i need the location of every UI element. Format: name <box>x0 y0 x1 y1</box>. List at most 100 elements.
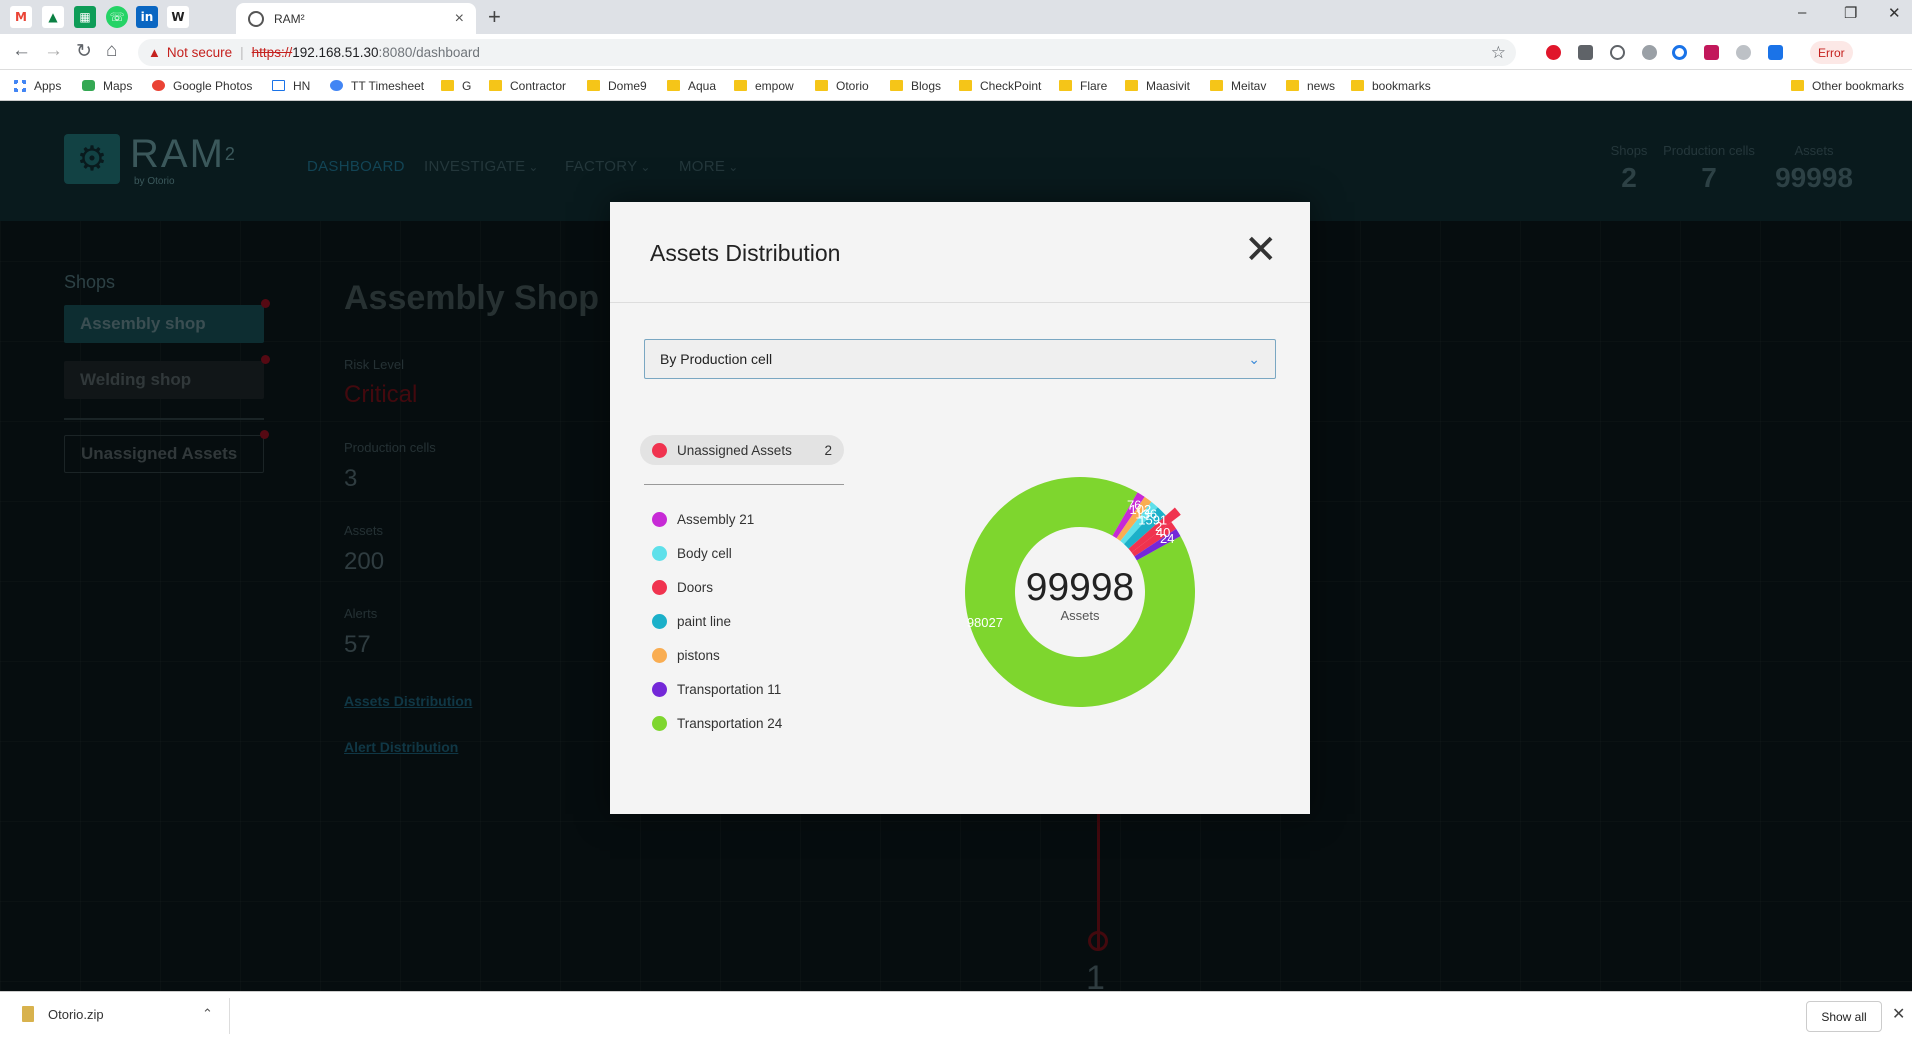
extension-icon[interactable] <box>1672 45 1687 60</box>
bookmark-other[interactable]: Other bookmarks <box>1791 70 1904 101</box>
folder-icon <box>815 80 828 91</box>
legend-item[interactable]: Doors <box>652 580 713 595</box>
download-filename: Otorio.zip <box>48 1006 104 1022</box>
folder-icon <box>1351 80 1364 91</box>
restore-button[interactable]: ❐ <box>1844 4 1857 22</box>
legend-item[interactable]: Transportation 24 <box>652 716 782 731</box>
bookmarks-bar: Apps Maps Google Photos HN TT Timesheet … <box>0 70 1912 101</box>
bookmark-folder[interactable]: Contractor <box>489 70 566 101</box>
back-icon[interactable]: ← <box>12 40 31 62</box>
folder-icon <box>1125 80 1138 91</box>
folder-icon <box>667 80 680 91</box>
sheets-tab-icon[interactable]: ▦ <box>74 6 96 28</box>
forward-icon[interactable]: → <box>44 40 63 62</box>
extension-icon[interactable] <box>1610 45 1625 60</box>
bookmark-folder[interactable]: Dome9 <box>587 70 647 101</box>
bookmark-tt-timesheet[interactable]: TT Timesheet <box>330 70 424 101</box>
browser-toolbar: ← → ↻ ⌂ ▲ Not secure | https:// 192.168.… <box>0 34 1912 70</box>
warning-icon: ▲ <box>148 45 161 60</box>
folder-icon <box>489 80 502 91</box>
legend-dot <box>652 716 667 731</box>
extension-icon[interactable] <box>1578 45 1593 60</box>
folder-icon <box>959 80 972 91</box>
bookmark-folder[interactable]: G <box>441 70 471 101</box>
bookmark-google-photos[interactable]: Google Photos <box>152 70 252 101</box>
legend-dot <box>652 682 667 697</box>
drive-tab-icon[interactable]: ▲ <box>42 6 64 28</box>
chevron-up-icon[interactable]: ⌃ <box>202 1006 213 1022</box>
tab-title: RAM² <box>274 11 305 26</box>
legend-item[interactable]: Body cell <box>652 546 732 561</box>
unassigned-count: 2 <box>824 442 832 458</box>
chat-extension-icon[interactable] <box>1768 45 1783 60</box>
bookmark-folder[interactable]: empow <box>734 70 794 101</box>
bookmark-folder[interactable]: news <box>1286 70 1335 101</box>
profile-error-button[interactable]: Error <box>1810 41 1853 64</box>
globe-icon <box>330 80 343 91</box>
assets-distribution-modal: Assets Distribution ✕ By Production cell… <box>610 202 1310 814</box>
download-item[interactable]: Otorio.zip <box>22 1006 104 1022</box>
extension-icon[interactable] <box>1642 45 1657 60</box>
wikipedia-tab-icon[interactable]: W <box>167 6 189 28</box>
downloads-bar: Otorio.zip ⌃ Show all ✕ <box>0 991 1912 1040</box>
bookmark-maps[interactable]: Maps <box>82 70 132 101</box>
unassigned-assets-chip[interactable]: Unassigned Assets 2 <box>640 435 844 465</box>
modal-title: Assets Distribution <box>650 240 841 266</box>
extension-icon[interactable] <box>1704 45 1719 60</box>
linkedin-tab-icon[interactable]: in <box>136 6 158 28</box>
active-tab[interactable]: RAM² × <box>236 3 476 34</box>
security-label[interactable]: Not secure <box>167 45 232 60</box>
bookmark-folder[interactable]: Flare <box>1059 70 1107 101</box>
maps-icon <box>82 80 95 91</box>
legend-dot <box>652 546 667 561</box>
opera-extension-icon[interactable] <box>1546 45 1561 60</box>
apps-icon <box>14 79 26 92</box>
home-icon[interactable]: ⌂ <box>106 40 117 62</box>
legend-dot <box>652 442 667 458</box>
donut-slice-label: 98027 <box>967 615 1003 630</box>
legend-item[interactable]: pistons <box>652 648 720 663</box>
legend-dot <box>652 512 667 527</box>
bookmark-hn[interactable]: HN <box>272 70 310 101</box>
folder-icon <box>890 80 903 91</box>
whatsapp-tab-icon[interactable]: ☏ <box>106 6 128 28</box>
cloud-extension-icon[interactable] <box>1736 45 1751 60</box>
star-icon[interactable]: ☆ <box>1491 43 1506 63</box>
folder-icon <box>1286 80 1299 91</box>
zip-file-icon <box>22 1006 34 1022</box>
legend-item[interactable]: Assembly 21 <box>652 512 754 527</box>
reload-icon[interactable]: ↻ <box>76 40 92 63</box>
legend-item[interactable]: paint line <box>652 614 731 629</box>
group-by-select[interactable]: By Production cell ⌄ <box>644 339 1276 379</box>
bookmark-folder[interactable]: Blogs <box>890 70 941 101</box>
tab-close-icon[interactable]: × <box>455 10 464 28</box>
show-all-button[interactable]: Show all <box>1806 1001 1882 1032</box>
ram-tab-icon <box>248 10 264 27</box>
folder-icon <box>441 80 454 91</box>
legend-dot <box>652 648 667 663</box>
bookmark-folder[interactable]: bookmarks <box>1351 70 1431 101</box>
donut-center-label: Assets <box>1060 608 1100 623</box>
legend-item[interactable]: Transportation 11 <box>652 682 781 697</box>
bookmark-folder[interactable]: CheckPoint <box>959 70 1041 101</box>
donut-slice-label: 24 <box>1160 531 1174 546</box>
address-bar[interactable]: ▲ Not secure | https:// 192.168.51.30 :8… <box>138 39 1516 66</box>
bookmark-folder[interactable]: Maasivit <box>1125 70 1190 101</box>
bookmark-folder[interactable]: Otorio <box>815 70 869 101</box>
gmail-tab-icon[interactable]: M <box>10 6 32 28</box>
select-value: By Production cell <box>660 351 773 367</box>
downloads-close-icon[interactable]: ✕ <box>1892 1004 1905 1024</box>
bookmark-folder[interactable]: Aqua <box>667 70 716 101</box>
url-scheme: https:// <box>251 45 293 60</box>
bookmark-apps[interactable]: Apps <box>14 70 61 101</box>
bookmark-folder[interactable]: Meitav <box>1210 70 1266 101</box>
url-host: 192.168.51.30 <box>292 45 379 60</box>
folder-icon <box>1059 80 1072 91</box>
new-tab-button[interactable]: + <box>488 4 501 30</box>
close-icon[interactable]: ✕ <box>1244 230 1278 270</box>
minimize-button[interactable]: – <box>1798 4 1806 21</box>
mail-icon <box>272 80 285 91</box>
window-close-button[interactable]: ✕ <box>1888 4 1901 22</box>
url-path: :8080/dashboard <box>378 45 480 60</box>
browser-tab-strip: M ▲ ▦ ☏ in W RAM² × + – ❐ ✕ <box>0 0 1912 34</box>
